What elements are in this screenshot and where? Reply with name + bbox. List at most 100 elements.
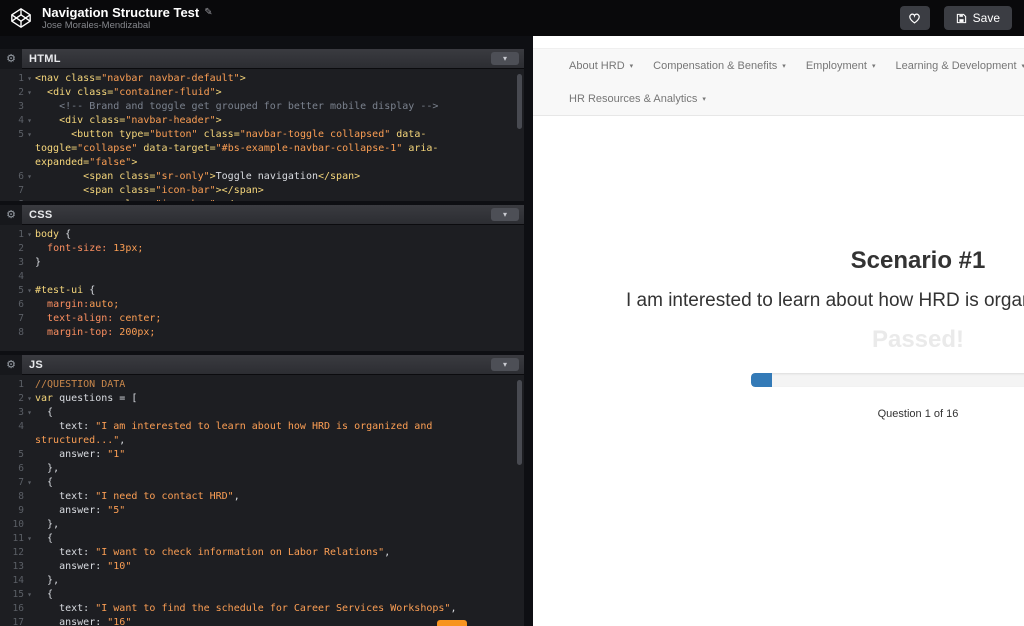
code-text: <nav class="navbar navbar-default"> [35, 72, 524, 86]
line-number: 7 [18, 185, 24, 196]
fold-arrow-icon[interactable]: ▾ [24, 392, 35, 406]
save-button-label: Save [972, 11, 1000, 25]
code-line[interactable]: 3 ▾ { [0, 406, 524, 420]
js-editor-scrollbar[interactable] [517, 380, 522, 465]
code-line[interactable]: 15 ▾ { [0, 588, 524, 602]
html-collapse-chevron-icon[interactable]: ▾ [491, 52, 519, 65]
code-line[interactable]: 5 ▾ #test-ui { [0, 284, 524, 298]
code-line[interactable]: 12 text: "I want to check information on… [0, 546, 524, 560]
caret-down-icon: ▾ [629, 62, 634, 70]
fold-arrow-icon[interactable]: ▾ [24, 86, 35, 100]
nav-link-label: About HRD [569, 59, 625, 72]
line-number: 14 [12, 575, 24, 586]
code-line[interactable]: 8 text: "I need to contact HRD", [0, 490, 524, 504]
code-token: , [119, 435, 126, 446]
code-line[interactable]: 1 ▾ body { [0, 228, 524, 242]
code-line[interactable]: 7 ▾ { [0, 476, 524, 490]
caret-down-icon: ▾ [782, 62, 786, 70]
code-token: <nav class= [35, 73, 102, 84]
save-icon [956, 13, 966, 23]
code-line[interactable]: 6 ▾ <span class="sr-only">Toggle navigati… [0, 170, 524, 184]
nav-dropdown-learning-development[interactable]: Learning & Development ▾ [885, 60, 1024, 72]
code-line[interactable]: 2 ▾ <div class="container-fluid"> [0, 86, 524, 100]
css-code-editor[interactable]: 1 ▾ body {2 font-size: 13px; 3} 4 5 ▾ #test-ui … [0, 225, 524, 351]
line-number: 6 [18, 299, 24, 310]
code-text: <span class="sr-only">Toggle navigation<… [35, 170, 524, 184]
code-line[interactable]: 7 text-align: center; [0, 312, 524, 326]
fold-arrow-icon[interactable]: ▾ [24, 228, 35, 242]
preview-inner: About HRD ▾ Compensation & Benefits ▾ Employ… [533, 48, 1024, 420]
fold-arrow-icon[interactable]: ▾ [24, 284, 35, 298]
line-number: 8 [0, 198, 24, 201]
code-line[interactable]: 9 answer: "5" [0, 504, 524, 518]
code-token: Toggle navigation [215, 171, 318, 182]
code-line[interactable]: 4 [0, 270, 524, 284]
nav-dropdown-compensation-benefits[interactable]: Compensation & Benefits ▾ [643, 60, 796, 72]
code-line[interactable]: 1 //QUESTION DATA [0, 378, 524, 392]
code-text: #test-ui { [35, 284, 524, 298]
code-line[interactable]: 3} [0, 256, 524, 270]
fold-arrow-icon[interactable]: ▾ [24, 532, 35, 546]
save-button[interactable]: Save [943, 6, 1012, 30]
code-line[interactable]: 5 ▾ <button type="button" class="navbar-t… [0, 128, 524, 170]
code-line[interactable]: 1 ▾ <nav class="navbar navbar-default"> [0, 72, 524, 86]
code-line[interactable]: 6 margin:auto; [0, 298, 524, 312]
nav-dropdown-hr-resources-analytics[interactable]: HR Resources & Analytics ▾ [559, 93, 716, 105]
console-peek[interactable] [437, 620, 467, 626]
html-panel-label: HTML [29, 52, 61, 65]
code-line[interactable]: 2 font-size: 13px; [0, 242, 524, 256]
like-button[interactable] [899, 6, 930, 30]
line-number: 4 [18, 421, 24, 432]
fold-arrow-icon[interactable]: ▾ [24, 406, 35, 420]
css-collapse-chevron-icon[interactable]: ▾ [491, 208, 519, 221]
code-line[interactable]: 7 <span class="icon-bar"></span> [0, 184, 524, 198]
code-text: <div class="navbar-header"> [35, 114, 524, 128]
line-number: 6 [18, 171, 24, 182]
code-text: text-align: center; [35, 312, 524, 326]
nav-dropdown-employment[interactable]: Employment ▾ [796, 60, 886, 72]
code-line[interactable]: 4 text: "I am interested to learn about … [0, 420, 524, 448]
css-settings-gear-icon[interactable]: ⚙ [0, 205, 22, 225]
html-settings-gear-icon[interactable]: ⚙ [0, 49, 22, 69]
js-code-editor[interactable]: 1//QUESTION DATA 2 ▾ var questions = [3 ▾ {4… [0, 375, 524, 626]
code-line[interactable]: 10 }, [0, 518, 524, 532]
line-number: 1 [18, 73, 24, 84]
html-editor-scrollbar[interactable] [517, 74, 522, 129]
codepen-logo-icon[interactable] [8, 5, 34, 31]
code-line[interactable]: 8 margin-top: 200px; [0, 326, 524, 340]
code-line[interactable]: 2 ▾ var questions = [ [0, 392, 524, 406]
code-line[interactable]: 3 <!-- Brand and toggle get grouped for … [0, 100, 524, 114]
code-token: "1" [107, 449, 126, 460]
heart-icon [909, 13, 920, 24]
code-line[interactable]: 6 }, [0, 462, 524, 476]
code-line[interactable]: 16 text: "I want to find the schedule fo… [0, 602, 524, 616]
edit-title-icon[interactable]: ✎ [204, 7, 212, 18]
code-token: data-target= [137, 143, 216, 154]
js-settings-gear-icon[interactable]: ⚙ [0, 355, 22, 375]
code-line[interactable]: 8 <span class="icon-bar"></span> [0, 198, 524, 201]
code-line[interactable]: 4 ▾ <div class="navbar-header"> [0, 114, 524, 128]
js-collapse-chevron-icon[interactable]: ▾ [491, 358, 519, 371]
code-line[interactable]: 11 ▾ { [0, 532, 524, 546]
line-number: 8 [18, 491, 24, 502]
fold-arrow-icon[interactable]: ▾ [24, 128, 35, 170]
code-token: "button" [149, 129, 198, 140]
code-token: body [35, 229, 60, 240]
code-token: answer: [35, 617, 108, 626]
fold-arrow-icon[interactable]: ▾ [24, 588, 35, 602]
fold-arrow-icon[interactable]: ▾ [24, 476, 35, 490]
code-line[interactable]: 5 answer: "1" [0, 448, 524, 462]
code-line[interactable]: 14 }, [0, 574, 524, 588]
nav-dropdown-about-hrd[interactable]: About HRD ▾ [559, 60, 643, 72]
code-text: <span class="icon-bar"></span> [35, 184, 524, 198]
html-code-editor[interactable]: 1 ▾ <nav class="navbar navbar-default"> 2 ▾ … [0, 69, 524, 201]
code-line[interactable]: 13 answer: "10" [0, 560, 524, 574]
fold-arrow-icon[interactable]: ▾ [24, 114, 35, 128]
fold-arrow-icon[interactable]: ▾ [24, 72, 35, 86]
fold-arrow-icon[interactable]: ▾ [24, 170, 35, 184]
code-token: "false" [89, 157, 132, 168]
